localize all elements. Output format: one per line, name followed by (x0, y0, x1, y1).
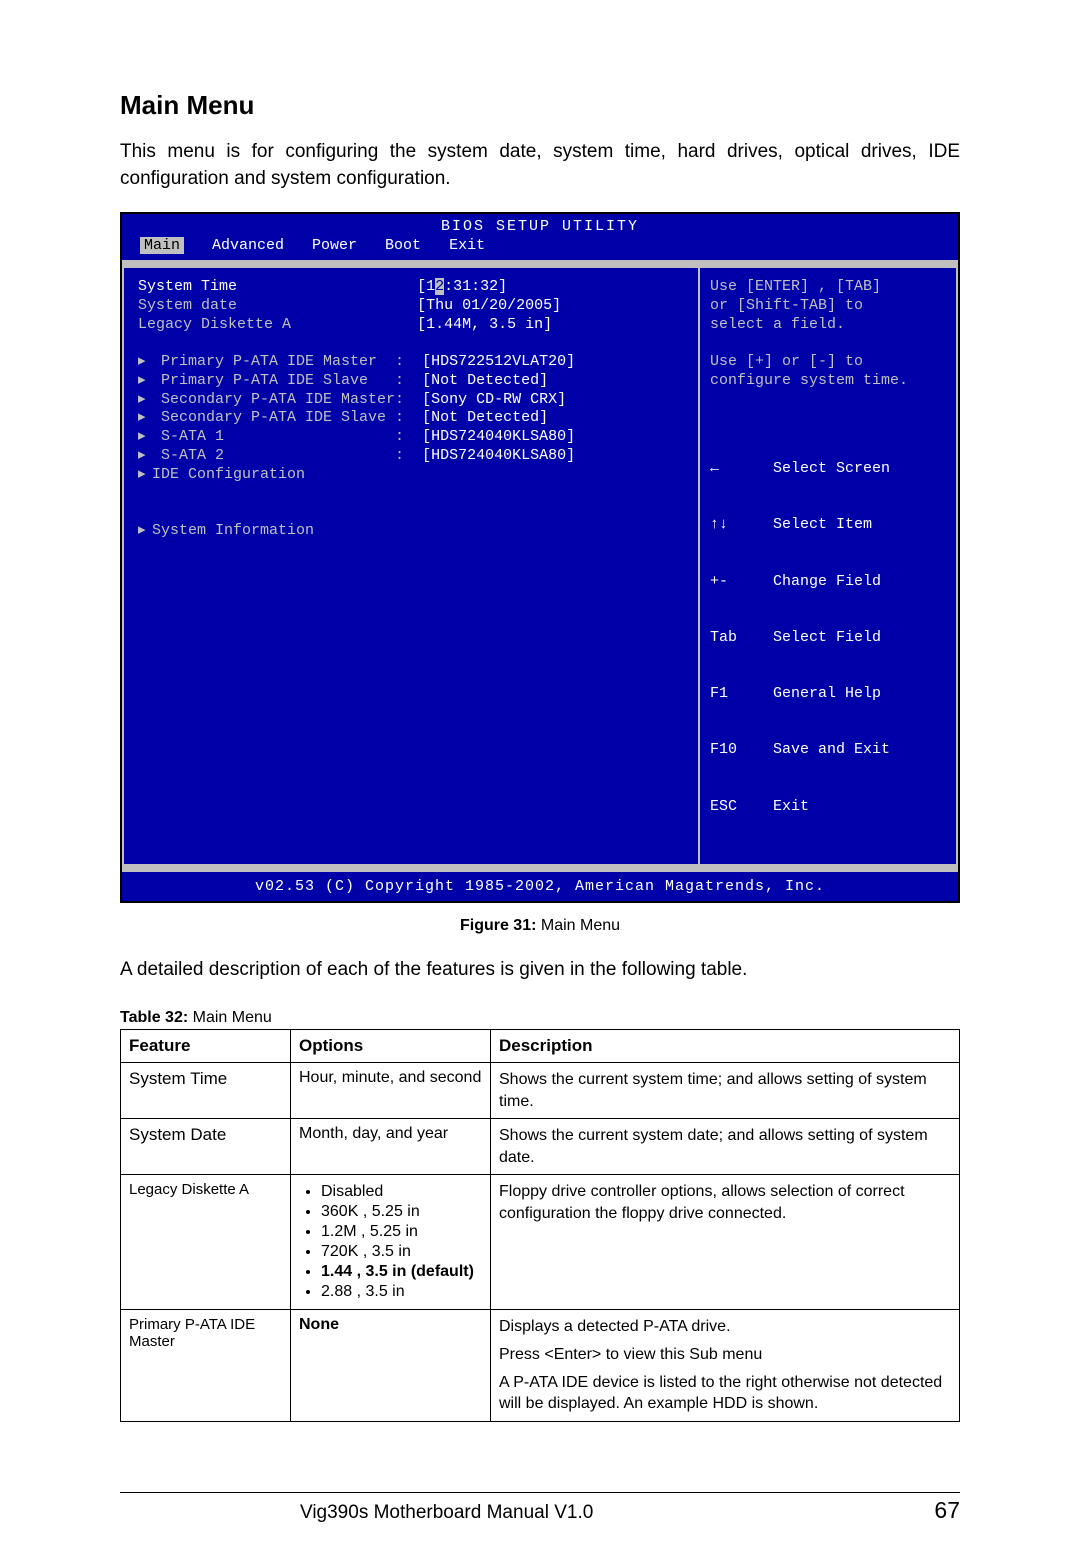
figure-number: Figure 31: (460, 917, 536, 934)
list-item: 360K , 5.25 in (321, 1203, 482, 1221)
description-text: A detailed description of each of the fe… (120, 959, 960, 981)
legacy-diskette-value: [1.44M, 3.5 in] (417, 316, 552, 333)
bios-title: BIOS SETUP UTILITY (122, 214, 958, 235)
bios-tab-exit: Exit (449, 237, 485, 254)
table-row: System Time Hour, minute, and second Sho… (121, 1062, 960, 1118)
pata-master-label: Primary P-ATA IDE Master : (161, 353, 404, 370)
desc-p3: A P-ATA IDE device is listed to the righ… (499, 1372, 951, 1415)
list-item: 2.88 , 3.5 in (321, 1283, 482, 1301)
figure-title: Main Menu (536, 917, 620, 934)
table-row: Primary P-ATA IDE Master None Displays a… (121, 1310, 960, 1421)
key-plusminus: +- Change Field (710, 573, 946, 592)
system-info-label: System Information (152, 522, 314, 539)
footer-title: Vig390s Motherboard Manual V1.0 (300, 1502, 593, 1524)
page-footer: Vig390s Motherboard Manual V1.0 67 (120, 1493, 960, 1524)
key-left: ← Select Screen (710, 460, 946, 479)
table-title: Main Menu (193, 1009, 272, 1026)
desc-system-date: Shows the current system date; and allow… (491, 1119, 960, 1175)
feature-primary-pata: Primary P-ATA IDE Master (121, 1310, 291, 1421)
pata-master-value: [HDS722512VLAT20] (422, 353, 575, 370)
options-legacy-diskette: Disabled 360K , 5.25 in 1.2M , 5.25 in 7… (291, 1175, 491, 1310)
table-caption: Table 32: Main Menu (120, 1009, 960, 1027)
list-item: Disabled (321, 1183, 482, 1201)
list-item: 1.2M , 5.25 in (321, 1223, 482, 1241)
pata-slave-value: [Not Detected] (422, 372, 548, 389)
sec-master-label: Secondary P-ATA IDE Master: (161, 391, 404, 408)
list-item-default: 1.44 , 3.5 in (default) (321, 1263, 482, 1281)
figure-caption: Figure 31: Main Menu (120, 917, 960, 935)
ide-config-label: IDE Configuration (152, 466, 305, 483)
sata2-label: S-ATA 2 : (161, 447, 404, 464)
desc-primary-pata: Displays a detected P-ATA drive. Press <… (491, 1310, 960, 1421)
desc-p1: Displays a detected P-ATA drive. (499, 1316, 951, 1338)
help-line1: Use [ENTER] , [TAB] (710, 278, 946, 297)
desc-legacy-diskette: Floppy drive controller options, allows … (491, 1175, 960, 1310)
sec-master-value: [Sony CD-RW CRX] (422, 391, 566, 408)
sec-slave-value: [Not Detected] (422, 409, 548, 426)
page-heading: Main Menu (120, 90, 960, 121)
sata1-label: S-ATA 1 : (161, 428, 404, 445)
bios-tab-power: Power (312, 237, 357, 254)
options-primary-pata: None (291, 1310, 491, 1421)
help-line5: configure system time. (710, 372, 946, 391)
help-line2: or [Shift-TAB] to (710, 297, 946, 316)
system-time-highlight: 2 (435, 278, 444, 295)
feature-legacy-diskette: Legacy Diskette A (121, 1175, 291, 1310)
key-f1: F1 General Help (710, 685, 946, 704)
key-f10: F10 Save and Exit (710, 741, 946, 760)
sata1-value: [HDS724040KLSA80] (422, 428, 575, 445)
col-options: Options (291, 1029, 491, 1062)
system-date-label: System date (138, 297, 237, 314)
help-line4: Use [+] or [-] to (710, 353, 946, 372)
options-system-time: Hour, minute, and second (291, 1062, 491, 1118)
legacy-diskette-label: Legacy Diskette A (138, 316, 291, 333)
sec-slave-label: Secondary P-ATA IDE Slave : (161, 409, 404, 426)
col-description: Description (491, 1029, 960, 1062)
bios-tab-boot: Boot (385, 237, 421, 254)
table-number: Table 32: (120, 1009, 193, 1026)
system-time-rest: :31:32] (444, 278, 507, 295)
bios-tab-advanced: Advanced (212, 237, 284, 254)
bios-copyright: v02.53 (C) Copyright 1985-2002, American… (122, 872, 958, 901)
list-item: 720K , 3.5 in (321, 1243, 482, 1261)
key-tab: Tab Select Field (710, 629, 946, 648)
col-feature: Feature (121, 1029, 291, 1062)
key-esc: ESC Exit (710, 798, 946, 817)
intro-text: This menu is for configuring the system … (120, 139, 960, 192)
bios-right-panel: Use [ENTER] , [TAB] or [Shift-TAB] to se… (698, 266, 958, 866)
bios-tab-bar: Main Advanced Power Boot Exit (122, 235, 958, 260)
sata2-value: [HDS724040KLSA80] (422, 447, 575, 464)
pata-slave-label: Primary P-ATA IDE Slave : (161, 372, 404, 389)
feature-system-date: System Date (121, 1119, 291, 1175)
feature-table: Feature Options Description System Time … (120, 1029, 960, 1422)
table-row: System Date Month, day, and year Shows t… (121, 1119, 960, 1175)
system-time-label: System Time (138, 278, 237, 295)
help-line3: select a field. (710, 316, 946, 335)
bios-screenshot: BIOS SETUP UTILITY Main Advanced Power B… (120, 212, 960, 903)
bios-tab-main: Main (140, 237, 184, 254)
desc-system-time: Shows the current system time; and allow… (491, 1062, 960, 1118)
system-time-open: [1 (417, 278, 435, 295)
desc-p2: Press <Enter> to view this Sub menu (499, 1344, 951, 1366)
table-row: Legacy Diskette A Disabled 360K , 5.25 i… (121, 1175, 960, 1310)
system-date-value: [Thu 01/20/2005] (417, 297, 561, 314)
footer-page-number: 67 (934, 1497, 960, 1524)
options-system-date: Month, day, and year (291, 1119, 491, 1175)
feature-system-time: System Time (121, 1062, 291, 1118)
key-updown: ↑↓ Select Item (710, 516, 946, 535)
bios-left-panel: System Time [12:31:32] System date [Thu … (122, 266, 698, 866)
